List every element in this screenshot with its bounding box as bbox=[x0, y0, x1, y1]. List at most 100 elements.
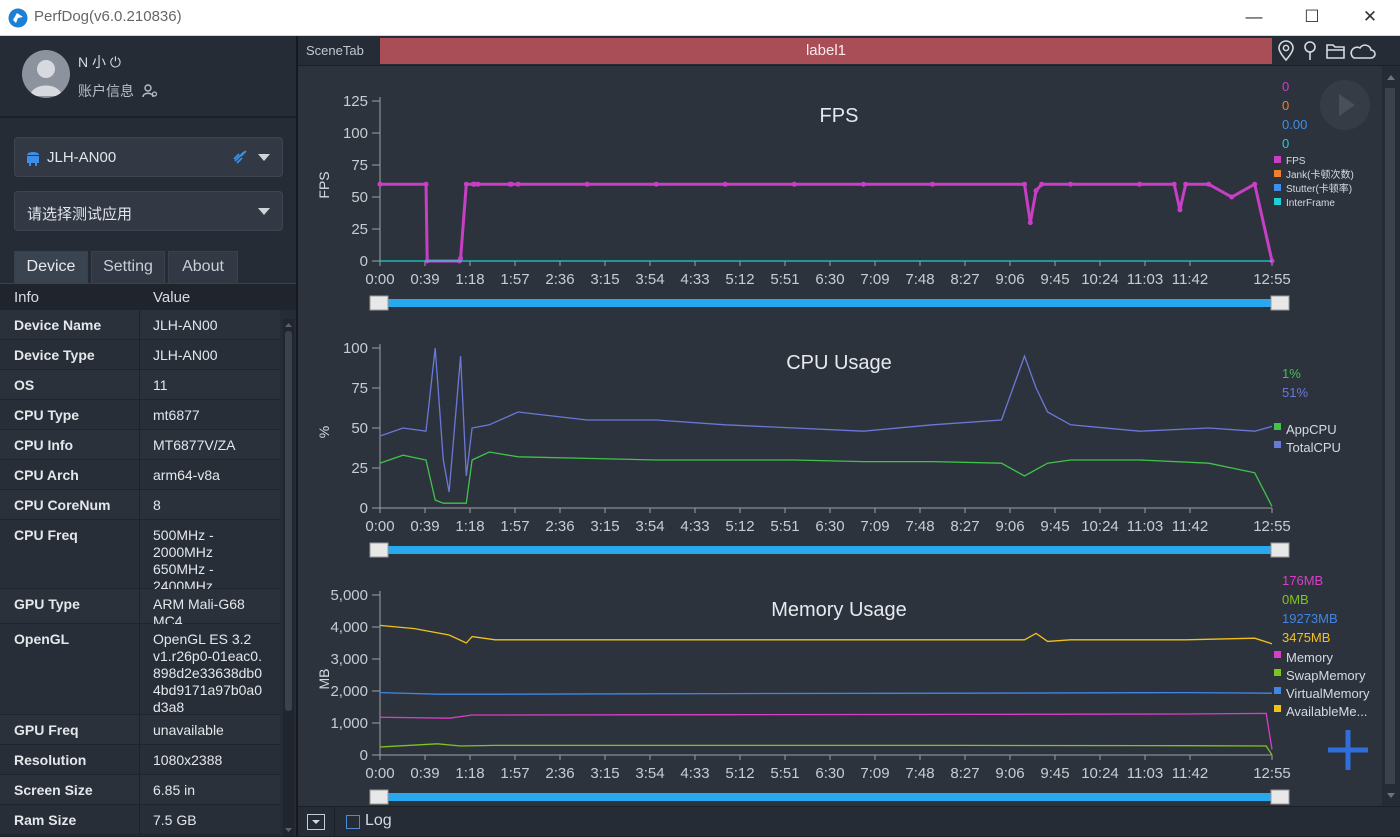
scene-tab-label[interactable]: SceneTab bbox=[306, 43, 364, 58]
minimize-button[interactable]: — bbox=[1225, 0, 1283, 36]
table-row[interactable]: CPU CoreNum 8 bbox=[0, 490, 280, 520]
slider-handle-start[interactable] bbox=[369, 542, 389, 558]
maximize-button[interactable]: ☐ bbox=[1283, 0, 1341, 36]
row-value: 11 bbox=[153, 377, 168, 393]
slider-handle-end[interactable] bbox=[1270, 789, 1290, 805]
row-value: mt6877 bbox=[153, 407, 200, 423]
tab-device[interactable]: Device bbox=[14, 251, 88, 283]
device-select[interactable]: JLH-AN00 bbox=[14, 137, 283, 177]
user-name[interactable]: N 小 ⏻ bbox=[78, 52, 121, 72]
tab-setting[interactable]: Setting bbox=[91, 251, 165, 283]
sidebar-scrollbar[interactable] bbox=[283, 319, 294, 836]
row-value: arm64-v8a bbox=[153, 467, 220, 483]
x-tick-label: 2:36 bbox=[545, 271, 574, 288]
time-range-slider[interactable] bbox=[380, 299, 1278, 307]
data-point bbox=[1022, 181, 1028, 187]
column-header-info: Info bbox=[14, 289, 40, 306]
table-row[interactable]: GPU Freq unavailable bbox=[0, 715, 280, 745]
table-row[interactable]: Ram Size 7.5 GB bbox=[0, 805, 280, 835]
scrollbar-thumb[interactable] bbox=[285, 331, 292, 711]
slider-handle-end[interactable] bbox=[1270, 295, 1290, 311]
legend-label: AvailableMe... bbox=[1286, 704, 1367, 719]
data-point bbox=[458, 255, 464, 261]
table-row[interactable]: OS 11 bbox=[0, 370, 280, 400]
table-row[interactable]: Device Name JLH-AN00 bbox=[0, 310, 280, 340]
y-tick-label: 3,000 bbox=[330, 651, 368, 668]
slider-handle-start[interactable] bbox=[369, 789, 389, 805]
table-row[interactable]: Screen Size 6.85 in bbox=[0, 775, 280, 805]
location-pin-icon[interactable] bbox=[1278, 40, 1294, 62]
x-tick-label: 9:06 bbox=[995, 271, 1024, 288]
table-row[interactable]: CPU Info MT6877V/ZA bbox=[0, 430, 280, 460]
data-point bbox=[463, 181, 469, 187]
x-tick-label: 8:27 bbox=[950, 271, 979, 288]
table-row[interactable]: CPU Type mt6877 bbox=[0, 400, 280, 430]
x-tick-label: 10:24 bbox=[1081, 765, 1119, 782]
scrollbar-thumb[interactable] bbox=[1385, 88, 1395, 784]
row-key: CPU Type bbox=[14, 407, 80, 423]
time-range-slider[interactable] bbox=[380, 793, 1278, 801]
cloud-icon[interactable] bbox=[1350, 44, 1376, 59]
column-separator bbox=[139, 340, 140, 369]
x-tick-label: 6:30 bbox=[815, 765, 844, 782]
legend-label: FPS bbox=[1286, 156, 1306, 167]
legend-label: AppCPU bbox=[1286, 422, 1337, 437]
x-tick-label: 11:42 bbox=[1172, 765, 1208, 782]
x-tick-label: 5:12 bbox=[725, 765, 754, 782]
usb-link-icon[interactable] bbox=[231, 148, 249, 166]
x-tick-label: 7:09 bbox=[860, 765, 889, 782]
scroll-up-icon[interactable] bbox=[1382, 70, 1400, 84]
table-row[interactable]: CPU Freq 500MHz - 2000MHz 650MHz - 2400MH… bbox=[0, 520, 280, 594]
time-range-slider[interactable] bbox=[380, 546, 1278, 554]
x-tick-label: 4:33 bbox=[680, 518, 709, 535]
table-row[interactable]: CPU Arch arm64-v8a bbox=[0, 460, 280, 490]
y-axis-label: FPS bbox=[316, 171, 332, 198]
close-button[interactable]: ✕ bbox=[1341, 0, 1399, 36]
legend-swatch bbox=[1274, 651, 1281, 658]
add-chart-button[interactable] bbox=[1324, 726, 1372, 774]
table-row[interactable]: Device Type JLH-AN00 bbox=[0, 340, 280, 370]
column-separator bbox=[139, 805, 140, 834]
scroll-down-icon[interactable] bbox=[283, 825, 294, 835]
table-row[interactable]: OpenGL OpenGL ES 3.2 v1.r26p0-01eac0. 898… bbox=[0, 624, 280, 715]
data-point bbox=[1177, 207, 1183, 213]
table-row[interactable]: GPU Type ARM Mali-G68 MC4 bbox=[0, 589, 280, 629]
account-info-link[interactable]: 账户信息 bbox=[78, 81, 158, 101]
log-checkbox[interactable] bbox=[346, 815, 360, 829]
tab-about[interactable]: About bbox=[168, 251, 238, 283]
column-separator bbox=[139, 400, 140, 429]
legend-current-value: 19273MB bbox=[1282, 611, 1338, 626]
x-tick-label: 7:48 bbox=[905, 765, 934, 782]
app-select[interactable]: 请选择测试应用 bbox=[14, 191, 283, 231]
x-tick-label: 12:55 bbox=[1253, 518, 1291, 535]
expand-dropdown-button[interactable] bbox=[307, 814, 325, 830]
log-label[interactable]: Log bbox=[365, 812, 392, 830]
slider-handle-start[interactable] bbox=[369, 295, 389, 311]
x-tick-label: 0:00 bbox=[365, 518, 394, 535]
data-point bbox=[653, 181, 659, 187]
scroll-up-icon[interactable] bbox=[283, 320, 294, 330]
play-button[interactable] bbox=[1320, 80, 1370, 130]
scroll-down-icon[interactable] bbox=[1382, 788, 1400, 802]
folder-icon[interactable] bbox=[1326, 44, 1345, 59]
scene-label-bar[interactable]: label1 bbox=[380, 38, 1272, 64]
x-tick-label: 9:45 bbox=[1040, 765, 1069, 782]
x-tick-label: 5:12 bbox=[725, 271, 754, 288]
account-info-label: 账户信息 bbox=[78, 83, 134, 99]
main-panel: SceneTab label1 FPS FPS 0 25 50 75 100 125 0:00 0… bbox=[298, 36, 1400, 837]
slider-handle-end[interactable] bbox=[1270, 542, 1290, 558]
row-key: CPU Arch bbox=[14, 467, 79, 483]
x-tick-label: 0:39 bbox=[410, 765, 439, 782]
x-tick-label: 2:36 bbox=[545, 518, 574, 535]
x-tick-label: 3:54 bbox=[635, 765, 664, 782]
avatar[interactable] bbox=[22, 50, 70, 98]
table-row[interactable]: Resolution 1080x2388 bbox=[0, 745, 280, 775]
marker-pin-icon[interactable] bbox=[1304, 41, 1316, 60]
y-tick-label: 0 bbox=[360, 253, 368, 270]
row-key: CPU Info bbox=[14, 437, 74, 453]
y-tick-label: 75 bbox=[351, 157, 368, 174]
chevron-down-icon bbox=[258, 154, 270, 161]
x-tick-label: 0:39 bbox=[410, 271, 439, 288]
data-point bbox=[1027, 220, 1033, 226]
charts-scrollbar[interactable] bbox=[1382, 66, 1400, 806]
